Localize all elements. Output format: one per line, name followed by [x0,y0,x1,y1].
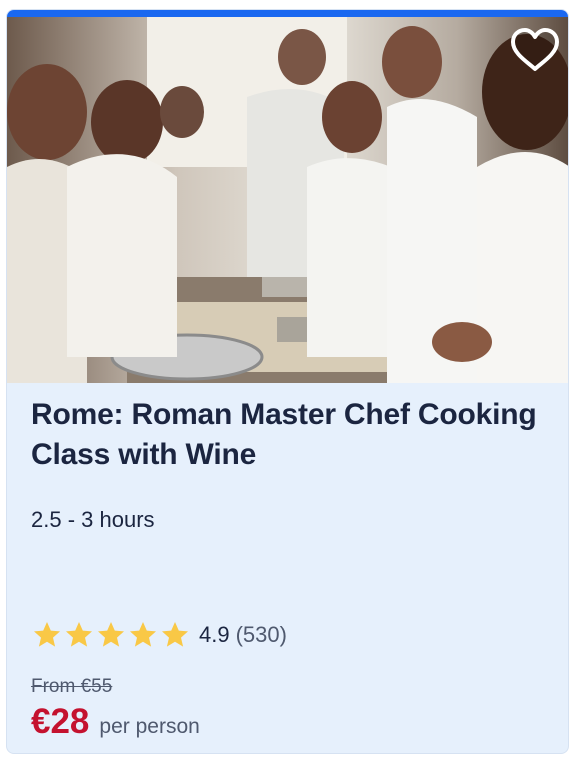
star-icon [162,622,188,647]
star-icon [98,622,124,647]
star-icon [34,622,60,647]
star-icon [130,622,156,647]
activity-card[interactable]: Rome: Roman Master Chef Cooking Class wi… [6,9,569,754]
heart-outline-icon [511,28,559,71]
original-price: From €55 [31,676,113,697]
activity-photo[interactable] [7,17,568,383]
star-rating [31,619,191,651]
price-suffix: per person [99,715,200,738]
rating-value: 4.9 [199,622,230,647]
review-count: (530) [235,622,287,647]
star-icon [66,622,92,647]
activity-duration: 2.5 - 3 hours [31,507,155,532]
rating-row: 4.9 (530) [31,619,287,651]
current-price: €28 [31,702,90,741]
accent-bar [7,10,568,17]
price-row: €28 per person [31,702,200,742]
activity-title[interactable]: Rome: Roman Master Chef Cooking Class wi… [31,395,551,475]
favorite-button[interactable] [509,26,561,74]
